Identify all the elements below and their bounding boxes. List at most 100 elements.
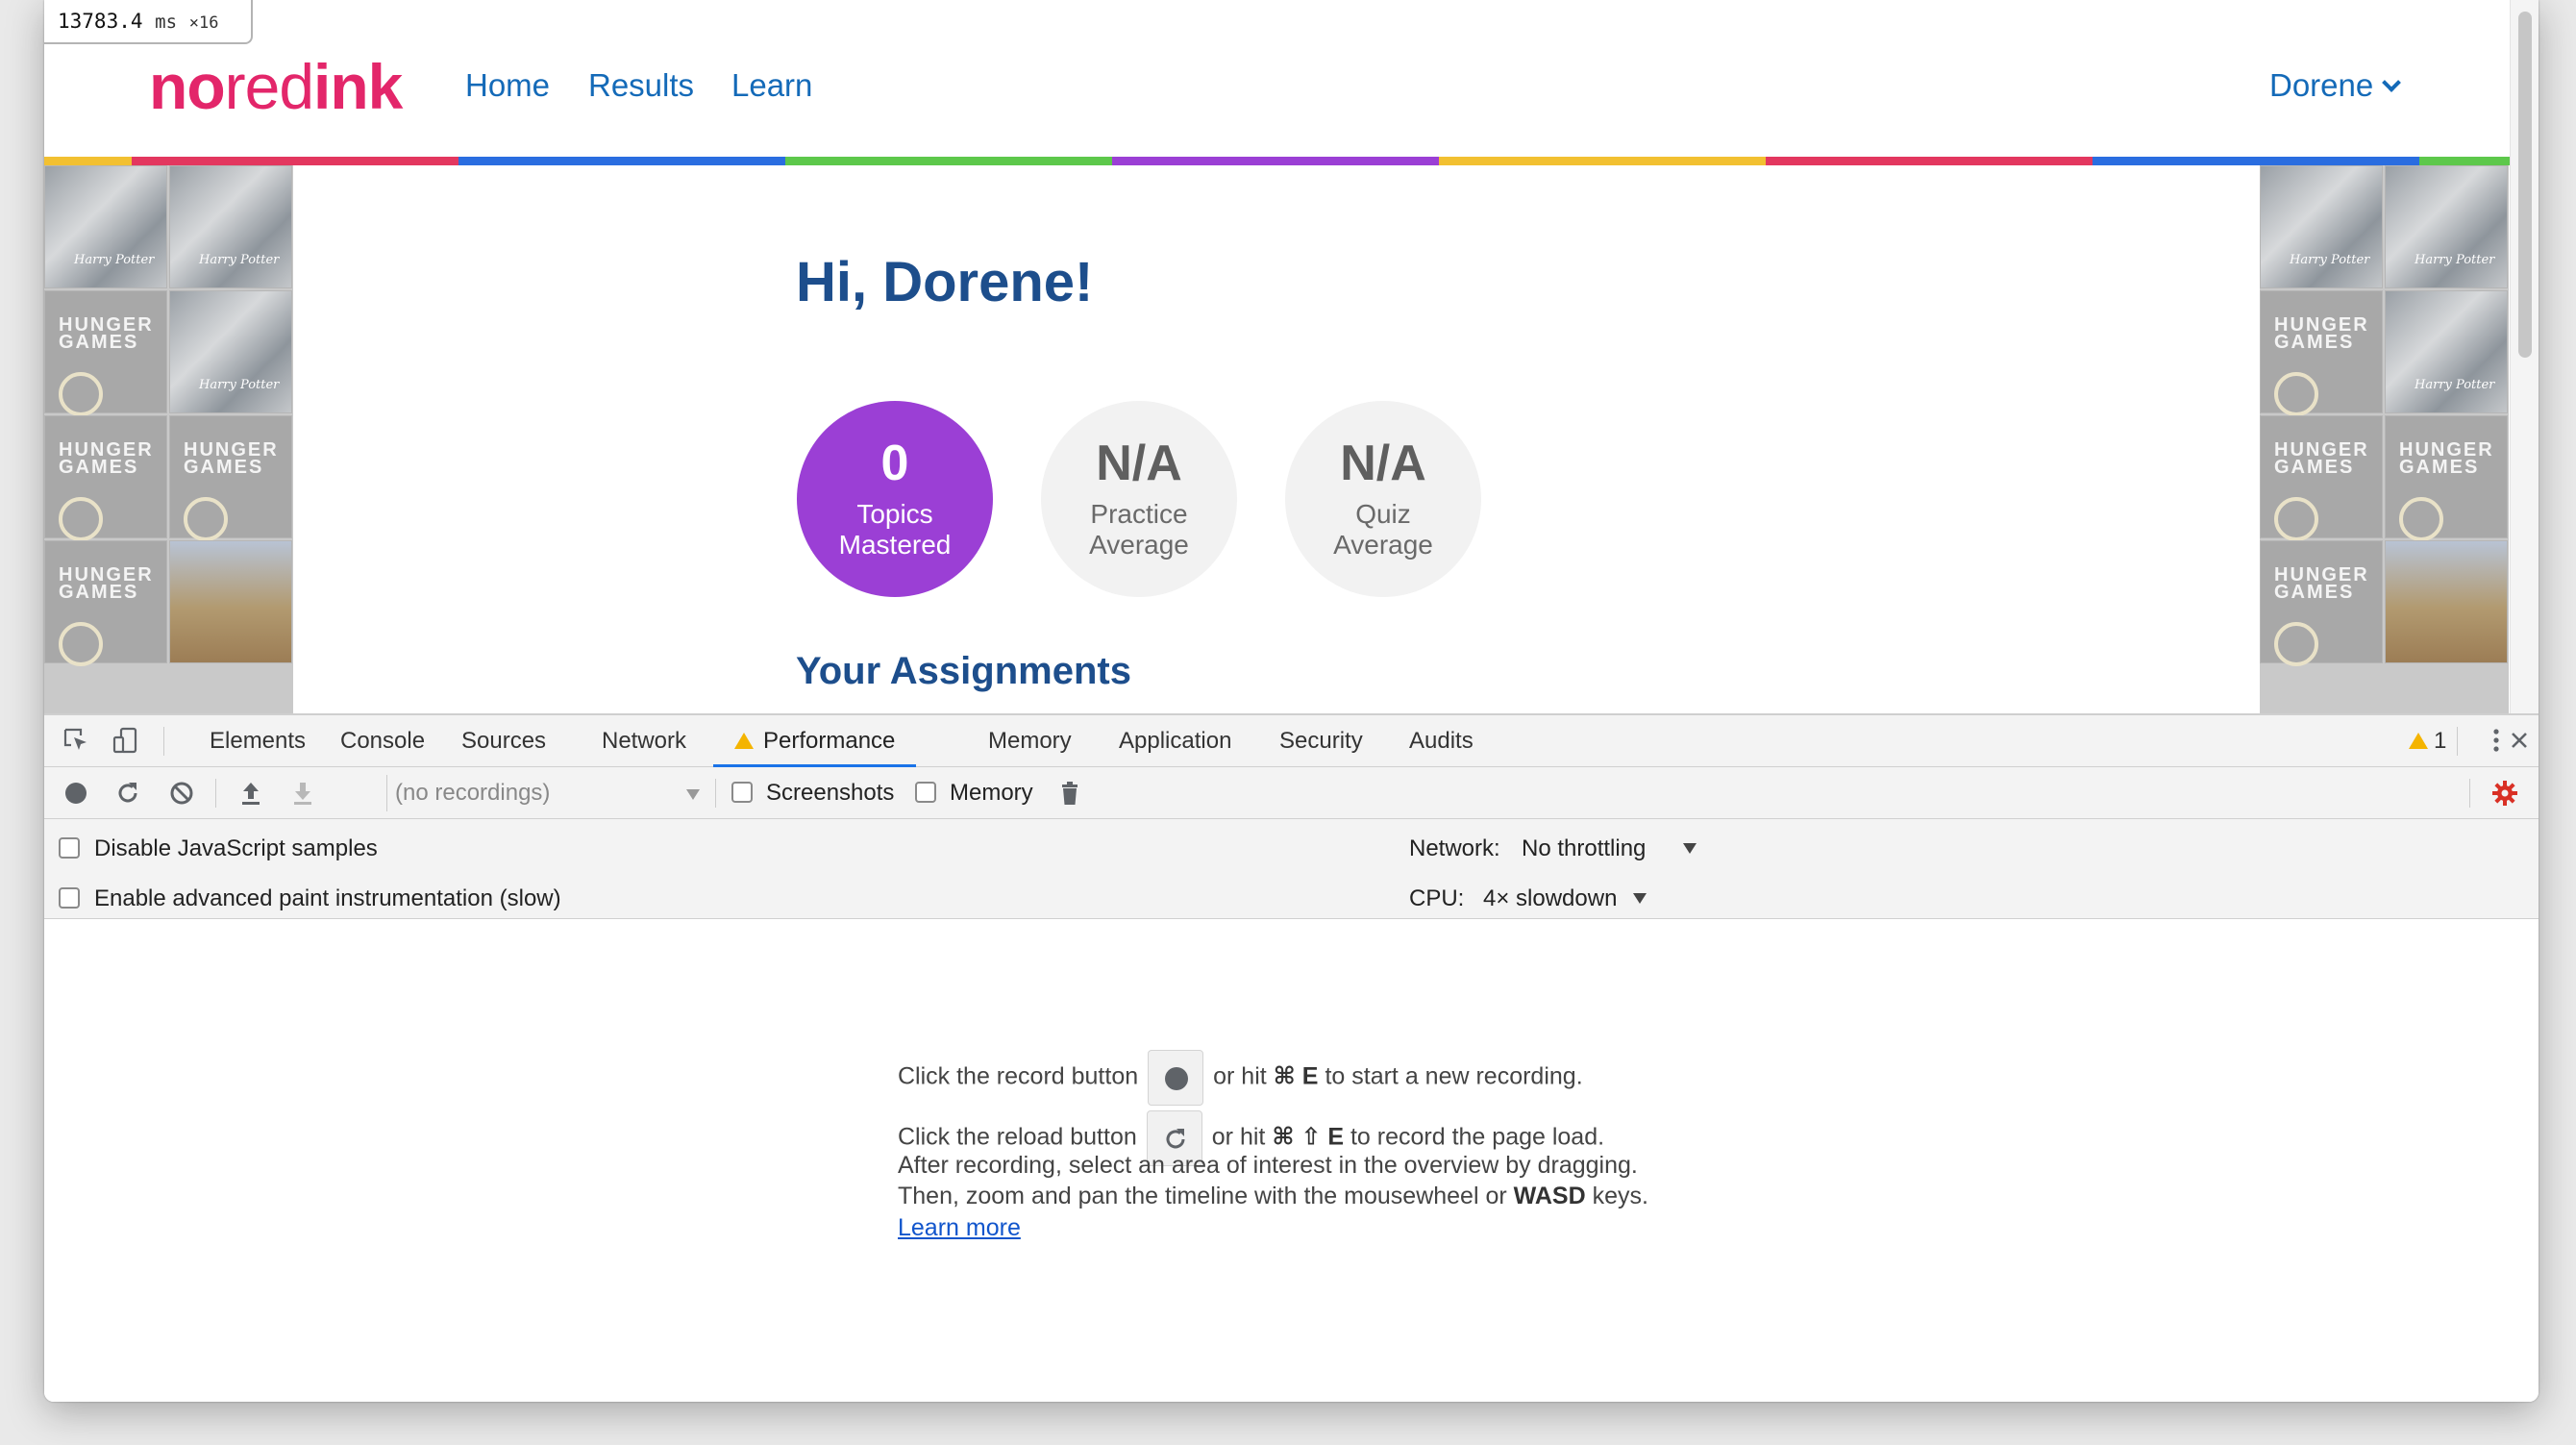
- tab-elements[interactable]: Elements: [200, 715, 315, 767]
- stripe-segment: [132, 157, 458, 165]
- reload-icon[interactable]: [113, 779, 142, 808]
- memory-checkbox[interactable]: [915, 782, 936, 803]
- book-cover: HUNGER GAMES: [2260, 290, 2383, 416]
- network-throttling-select[interactable]: No throttling: [1522, 835, 1697, 863]
- user-name: Dorene: [2269, 67, 2374, 103]
- close-icon[interactable]: [2505, 726, 2534, 755]
- toolbar-separator: [163, 727, 164, 756]
- reload-shortcut: ⌘ ⇧ E: [1272, 1123, 1345, 1151]
- tab-network[interactable]: Network: [592, 715, 696, 767]
- disable-js-samples-checkbox[interactable]: [59, 837, 80, 859]
- book-cover: HUNGER GAMES: [2260, 415, 2383, 541]
- tab-sources[interactable]: Sources: [452, 715, 556, 767]
- save-profile-icon[interactable]: [288, 779, 317, 808]
- logo-part-red: red: [224, 51, 314, 122]
- tab-audits[interactable]: Audits: [1399, 715, 1483, 767]
- book-cover: HUNGER GAMES: [169, 415, 292, 541]
- landing-record-button[interactable]: [1148, 1050, 1204, 1106]
- recordings-dropdown[interactable]: (no recordings): [386, 775, 704, 811]
- reload-instruction-text: Click the reload button: [898, 1123, 1137, 1151]
- device-toolbar-icon[interactable]: [111, 726, 140, 755]
- assignments-heading: Your Assignments: [796, 650, 1131, 692]
- tab-memory[interactable]: Memory: [978, 715, 1081, 767]
- dropdown-arrow-icon: [1633, 893, 1647, 904]
- record-icon[interactable]: [62, 779, 90, 808]
- browser-window: 13783.4 ms ×16 noredink Home Results Lea…: [44, 0, 2539, 1402]
- stat-label: Practice Average: [1089, 499, 1189, 560]
- logo-part-ink: ink: [313, 51, 403, 122]
- warnings-counter[interactable]: 1: [2409, 715, 2446, 767]
- cpu-throttling-value: 4× slowdown: [1483, 885, 1618, 911]
- toolbar-separator: [215, 779, 216, 808]
- record-instruction-text: Click the record button: [898, 1062, 1139, 1090]
- book-covers-right: Harry Potter Harry Potter HUNGER GAMES Ha…: [2260, 165, 2509, 713]
- after-recording-line1: After recording, select an area of inter…: [898, 1152, 1638, 1179]
- page-scrollbar[interactable]: [2510, 0, 2539, 713]
- dropdown-arrow-icon: [1683, 843, 1697, 854]
- frame-time-meter: 13783.4 ms ×16: [44, 0, 253, 44]
- warning-icon: [2409, 733, 2428, 749]
- devtools-tab-bar: Elements Console Sources Network Perform…: [44, 715, 2539, 767]
- tab-performance[interactable]: Performance: [713, 715, 917, 767]
- record-instruction: Click the record button or hit ⌘ E to sta…: [898, 1050, 1583, 1106]
- stripe-segment: [458, 157, 785, 165]
- book-cover: HUNGER GAMES: [44, 540, 167, 666]
- toolbar-separator: [2457, 727, 2458, 756]
- settings-gear-icon[interactable]: [2490, 779, 2519, 808]
- practice-average-stat[interactable]: N/A Practice Average: [1041, 401, 1237, 597]
- dropdown-arrow-icon: [686, 789, 700, 800]
- book-cover: HUNGER GAMES: [2260, 540, 2383, 666]
- book-cover: [169, 540, 292, 663]
- stat-value: N/A: [1340, 436, 1426, 491]
- book-cover: HUNGER GAMES: [44, 290, 167, 416]
- book-cover: Harry Potter: [44, 165, 167, 288]
- advanced-paint-checkbox[interactable]: [59, 887, 80, 909]
- cpu-throttling-select[interactable]: 4× slowdown: [1483, 884, 1647, 913]
- recordings-placeholder: (no recordings): [395, 780, 551, 806]
- load-profile-icon[interactable]: [236, 779, 265, 808]
- noredink-logo[interactable]: noredink: [149, 51, 403, 122]
- record-shortcut: ⌘ E: [1273, 1062, 1319, 1090]
- screenshots-checkbox[interactable]: [731, 782, 753, 803]
- site-header: noredink Home Results Learn Dorene: [44, 0, 2510, 157]
- tab-security[interactable]: Security: [1270, 715, 1373, 767]
- greeting-heading: Hi, Dorene!: [796, 251, 1094, 313]
- tab-performance-label: Performance: [763, 728, 896, 754]
- screenshots-label: Screenshots: [766, 780, 895, 806]
- book-cover: Harry Potter: [2260, 165, 2383, 288]
- trash-icon[interactable]: [1055, 779, 1084, 808]
- logo-part-no: no: [149, 51, 226, 122]
- performance-landing: Click the record button or hit ⌘ E to sta…: [44, 919, 2539, 1402]
- stat-label: Quiz Average: [1333, 499, 1433, 560]
- inspect-element-icon[interactable]: [62, 726, 90, 755]
- book-cover: Harry Potter: [2385, 165, 2508, 288]
- stripe-segment: [1439, 157, 1766, 165]
- book-cover: Harry Potter: [169, 165, 292, 288]
- tab-console[interactable]: Console: [331, 715, 434, 767]
- nav-results-link[interactable]: Results: [588, 63, 694, 108]
- nav-learn-link[interactable]: Learn: [731, 63, 812, 108]
- frame-time-multiplier: ×16: [188, 13, 219, 33]
- book-cover: Harry Potter: [169, 290, 292, 413]
- after-recording-text: keys.: [1592, 1183, 1648, 1209]
- capture-settings-pane: Disable JavaScript samples Enable advanc…: [44, 819, 2539, 919]
- topics-mastered-stat[interactable]: 0 Topics Mastered: [797, 401, 993, 597]
- reload-instruction-text: to record the page load.: [1350, 1123, 1605, 1151]
- learn-more-link[interactable]: Learn more: [898, 1212, 1021, 1243]
- scrollbar-thumb[interactable]: [2518, 12, 2532, 358]
- nav-home-link[interactable]: Home: [465, 63, 550, 108]
- user-menu[interactable]: Dorene: [2269, 63, 2402, 108]
- book-cover: Harry Potter: [2385, 290, 2508, 413]
- stripe-segment: [785, 157, 1112, 165]
- quiz-average-stat[interactable]: N/A Quiz Average: [1285, 401, 1481, 597]
- network-throttling-label: Network:: [1409, 835, 1500, 861]
- advanced-paint-label: Enable advanced paint instrumentation (s…: [94, 885, 561, 911]
- disable-js-samples-label: Disable JavaScript samples: [94, 835, 378, 861]
- tab-application[interactable]: Application: [1109, 715, 1241, 767]
- warning-count: 1: [2434, 728, 2447, 754]
- after-recording-line2: Then, zoom and pan the timeline with the…: [898, 1181, 1648, 1211]
- after-recording-text: Then, zoom and pan the timeline with the…: [898, 1183, 1507, 1209]
- record-instruction-text: or hit: [1213, 1062, 1267, 1090]
- stripe-segment: [44, 157, 132, 165]
- clear-icon[interactable]: [167, 779, 196, 808]
